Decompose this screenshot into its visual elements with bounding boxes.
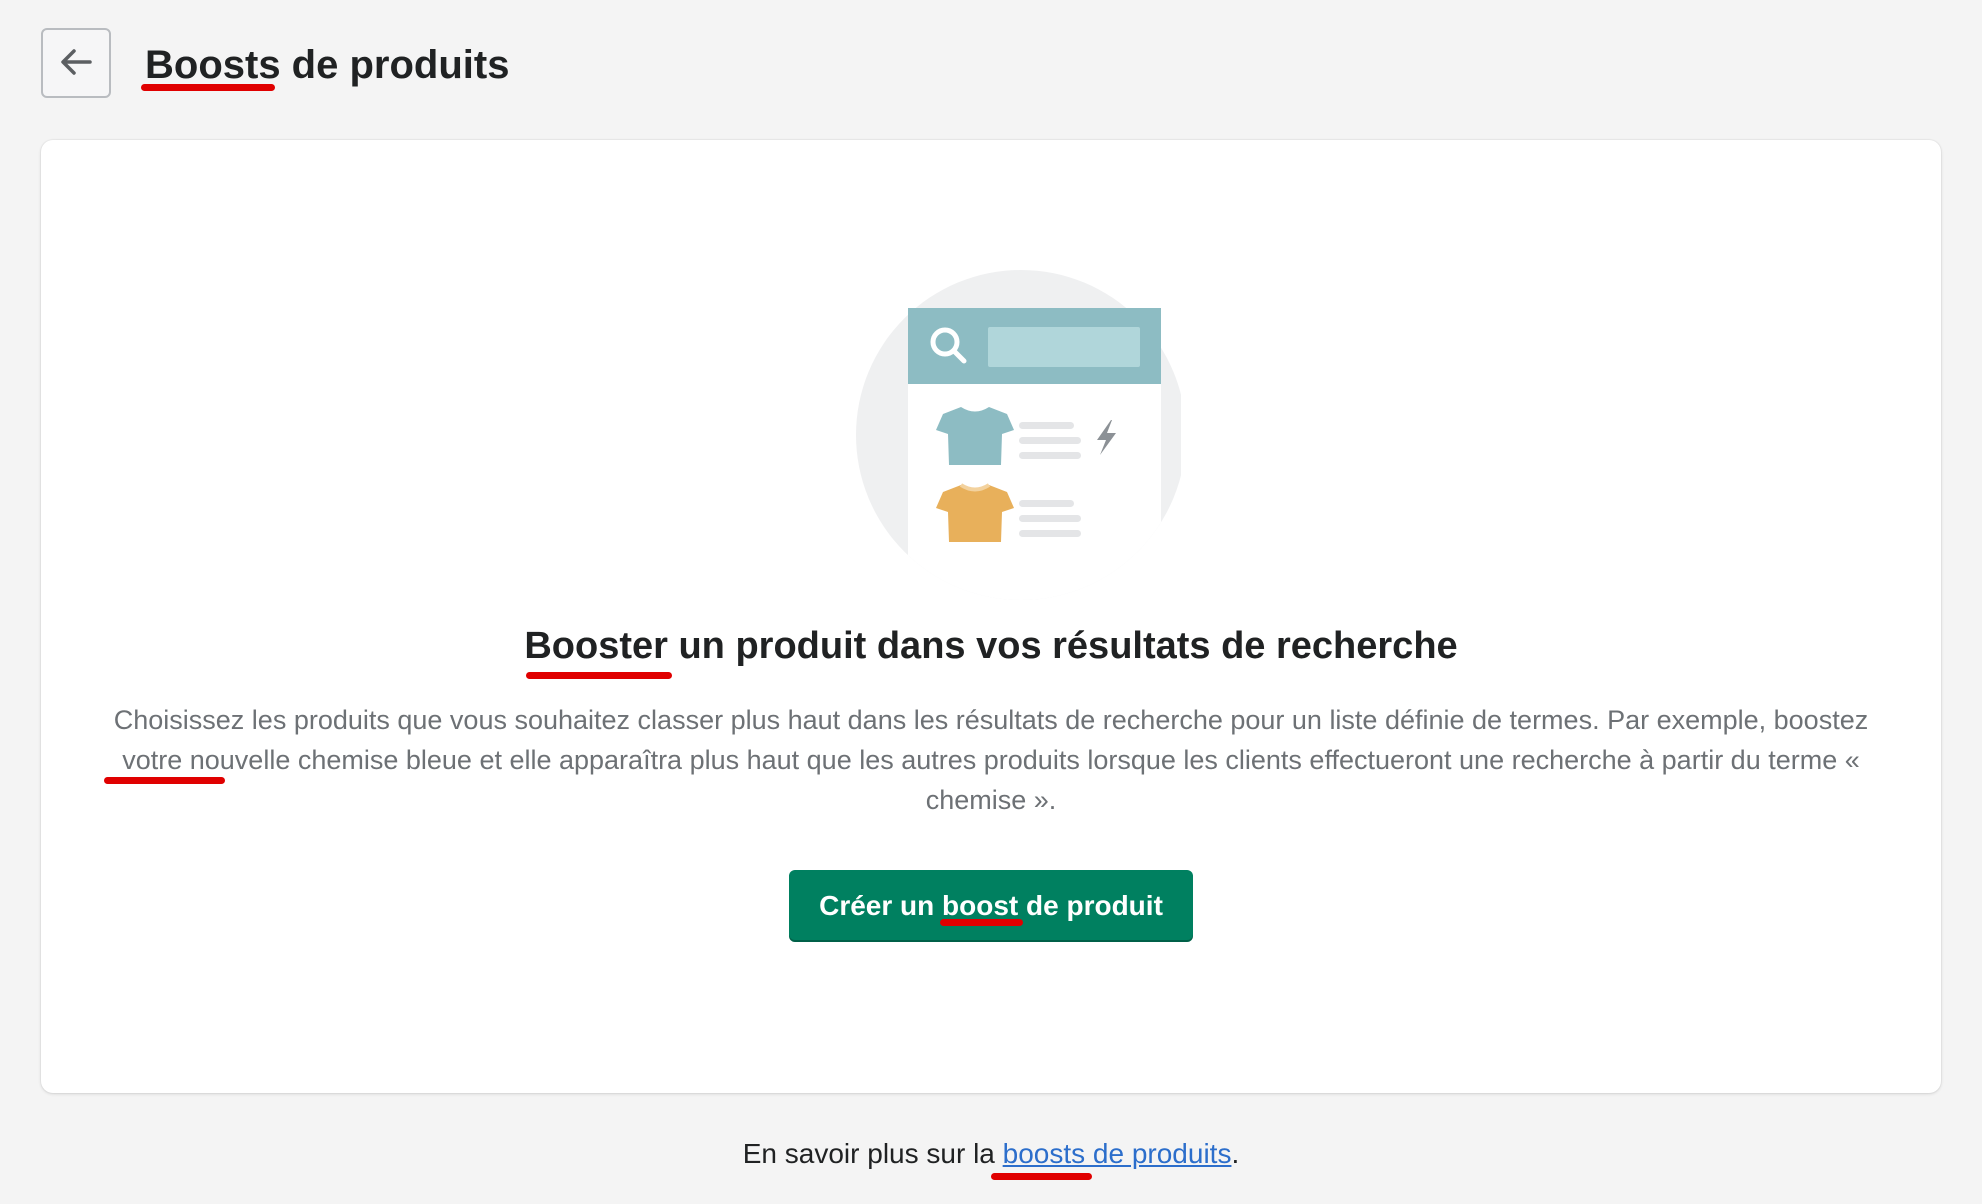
- back-button[interactable]: [41, 28, 111, 98]
- footer-text-after: .: [1231, 1138, 1240, 1169]
- page: Boosts de produits Booster un produit da…: [0, 0, 1982, 1204]
- annotation-underline-button: [940, 919, 1023, 926]
- empty-state-card: Booster un produit dans vos résultats de…: [41, 140, 1941, 1093]
- annotation-underline-footer: [991, 1173, 1092, 1180]
- arrow-left-icon: [59, 48, 93, 79]
- annotation-underline-description: [104, 777, 225, 784]
- annotation-underline-card-title: [526, 672, 672, 679]
- footer-text-before: En savoir plus sur la: [742, 1138, 1003, 1169]
- search-results-boost-illustration: [821, 270, 1186, 610]
- annotation-underline-title: [141, 84, 275, 91]
- empty-state-title: Booster un produit dans vos résultats de…: [524, 625, 1458, 667]
- empty-state-description: Choisissez les produits que vous souhait…: [113, 705, 1869, 815]
- footer-help-text: En savoir plus sur la boosts de produits…: [0, 1134, 1982, 1174]
- product-boosts-help-link[interactable]: boosts de produits: [1003, 1138, 1232, 1169]
- create-product-boost-button[interactable]: Créer un boost de produit: [789, 870, 1193, 942]
